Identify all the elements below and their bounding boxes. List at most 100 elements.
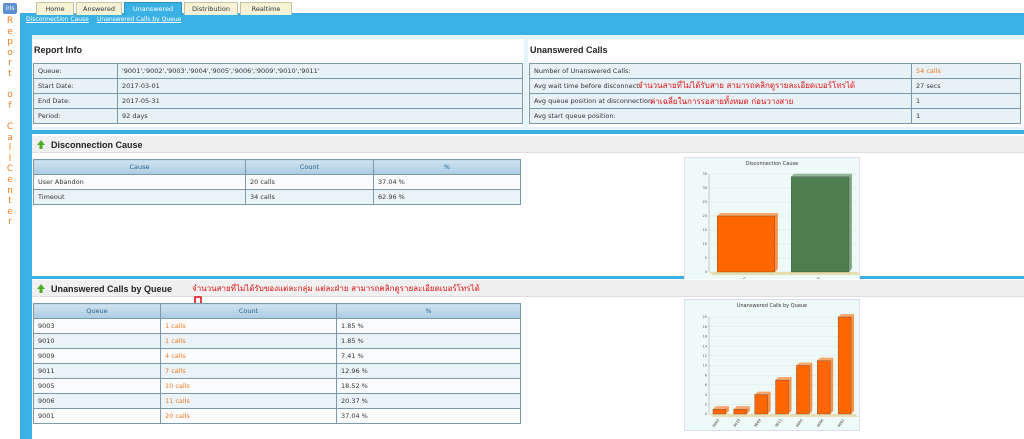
cause-cell: Timeout (33, 189, 246, 205)
x-tick-label: 9010 (733, 418, 741, 428)
count-link[interactable]: 1 calls (160, 333, 337, 349)
count-link[interactable]: 20 calls (160, 408, 337, 424)
count-link[interactable]: 11 calls (160, 393, 337, 409)
tab-bar: Home Answered Unanswered Distribution Re… (20, 0, 1024, 15)
collapse-up-icon[interactable] (37, 284, 45, 293)
y-tick-label: 25 (703, 200, 707, 204)
unanswered-value: 1 (911, 108, 1021, 124)
by-queue-note: จำนวนสายที่ไม่ได้รับของแต่ละกลุ่ม แต่ละฝ… (192, 284, 480, 293)
app-logo: iris (3, 3, 17, 14)
sidebar-title-char: t (8, 196, 12, 207)
count-link[interactable]: 1 calls (160, 318, 337, 334)
unanswered-label: Number of Unanswered Calls: (529, 63, 912, 79)
table-row: Timeout 34 calls 62.96 % (33, 189, 521, 205)
y-tick-label: 4 (705, 393, 708, 397)
x-tick-label: 9005 (795, 418, 803, 428)
sidebar-title-char: o (7, 47, 13, 58)
unanswered-count-link[interactable]: 54 calls (911, 63, 1021, 79)
y-tick-label: 20 (703, 214, 707, 218)
table-row: User Abandon 20 calls 37.04 % (33, 174, 521, 190)
avg-wait-note: ค่าเฉลี่ยในการรอสายทั้งหมด ก่อนวางสาย (650, 97, 794, 106)
tab-realtime[interactable]: Realtime (240, 2, 292, 15)
column-header-count: Count (160, 303, 337, 319)
y-tick-label: 20 (703, 315, 707, 319)
report-info-row: Start Date: 2017-03-01 (33, 78, 523, 94)
tab-distribution[interactable]: Distribution (184, 2, 238, 15)
bar (837, 316, 852, 415)
percent-cell: 62.96 % (373, 189, 521, 205)
sidebar-title-char: e (7, 174, 13, 185)
percent-cell: 7.41 % (336, 348, 521, 364)
unanswered-count-note: จำนวนสายที่ไม่ได้รับสาย สามารถคลิกดูรายล… (638, 81, 856, 90)
by-queue-chart: Unanswered Calls by Queue 0 2 4 6 8 10 12 14 16 1… (684, 299, 860, 431)
x-tick-label: 9006 (816, 418, 824, 428)
report-info-label: Period: (33, 108, 118, 124)
report-info-panel: Report Info Queue: '9001','9002','9003','… (32, 39, 524, 127)
by-queue-chart-svg: 0 2 4 6 8 10 12 14 16 18 20 9003 9010 9009 9011 9005 900… (703, 314, 859, 428)
column-header-percent: % (336, 303, 521, 319)
bar (817, 360, 831, 415)
unanswered-value: 1 (911, 93, 1021, 109)
by-queue-title: Unanswered Calls by Queue (51, 284, 173, 294)
report-info-value: 2017-03-01 (117, 78, 523, 94)
table-row: 9010 1 calls 1.85 % (33, 333, 521, 349)
queue-cell: 9005 (33, 378, 161, 394)
report-info-row: Period: 92 days (33, 108, 523, 124)
table-row: 9005 10 calls 18.52 % (33, 378, 521, 394)
table-row: 9011 7 calls 12.96 % (33, 363, 521, 379)
sidebar-title-char (4, 111, 16, 122)
y-tick-label: 14 (703, 344, 708, 348)
sidebar-title-char: t (8, 68, 12, 79)
sidebar-title-char: l (8, 143, 12, 154)
sidebar-title-char: C (6, 164, 14, 175)
sidebar-title-char: C (6, 121, 14, 132)
sidebar-title-char: l (8, 153, 12, 164)
percent-cell: 20.37 % (336, 393, 521, 409)
tab-home[interactable]: Home (36, 2, 74, 15)
breadcrumb-unanswered-by-queue[interactable]: Unanswered Calls by Queue (97, 16, 181, 23)
bar (712, 409, 727, 415)
by-queue-table: Queue Count % 9003 1 calls 1.85 % 9010 1 ca… (33, 303, 521, 424)
count-link[interactable]: 4 calls (160, 348, 337, 364)
tab-unanswered[interactable]: Unanswered (124, 2, 182, 15)
chart-floor (709, 272, 861, 275)
queue-cell: 9003 (33, 318, 161, 334)
bar-side (774, 213, 778, 272)
report-info-row: End Date: 2017-05-31 (33, 93, 523, 109)
y-tick-label: 12 (703, 354, 707, 358)
report-info-table: Queue: '9001','9002','9003','9004','9005'… (33, 63, 523, 124)
bar (754, 394, 768, 415)
sidebar-title-char: r (8, 217, 12, 228)
table-header-row: Cause Count % (33, 159, 521, 175)
y-tick-label: 8 (705, 373, 707, 377)
disconnection-section (32, 134, 1024, 276)
collapse-up-icon[interactable] (37, 140, 45, 149)
bar-top (791, 173, 852, 177)
queue-cell: 9010 (33, 333, 161, 349)
report-info-value: 2017-05-31 (117, 93, 523, 109)
unanswered-row: Number of Unanswered Calls: 54 calls (529, 63, 1021, 79)
breadcrumb-disconnection-cause[interactable]: Disconnection Cause (26, 16, 89, 23)
bar-top (717, 213, 778, 216)
queue-cell: 9011 (33, 363, 161, 379)
bar (796, 365, 810, 415)
disconnection-title: Disconnection Cause (51, 140, 143, 150)
x-tick-label: 9011 (774, 418, 782, 428)
y-tick-label: 10 (703, 242, 707, 246)
sidebar-title-char: a (7, 132, 13, 143)
bar (733, 409, 747, 415)
column-header-cause: Cause (33, 159, 246, 175)
bar (790, 176, 850, 273)
tab-answered[interactable]: Answered (76, 2, 122, 15)
bar-side (848, 173, 852, 272)
sidebar-title-char: e (7, 26, 13, 37)
report-info-label: End Date: (33, 93, 118, 109)
sidebar-title-char: n (7, 185, 13, 196)
count-link[interactable]: 10 calls (160, 378, 337, 394)
y-tick-label: 16 (703, 335, 707, 339)
queue-cell: 9009 (33, 348, 161, 364)
sidebar: iris Report of CallCenter (0, 0, 20, 439)
count-link[interactable]: 7 calls (160, 363, 337, 379)
disconnection-chart: Disconnection Cause 05101520253035Abando… (684, 157, 861, 294)
sidebar-title-char (4, 80, 16, 91)
